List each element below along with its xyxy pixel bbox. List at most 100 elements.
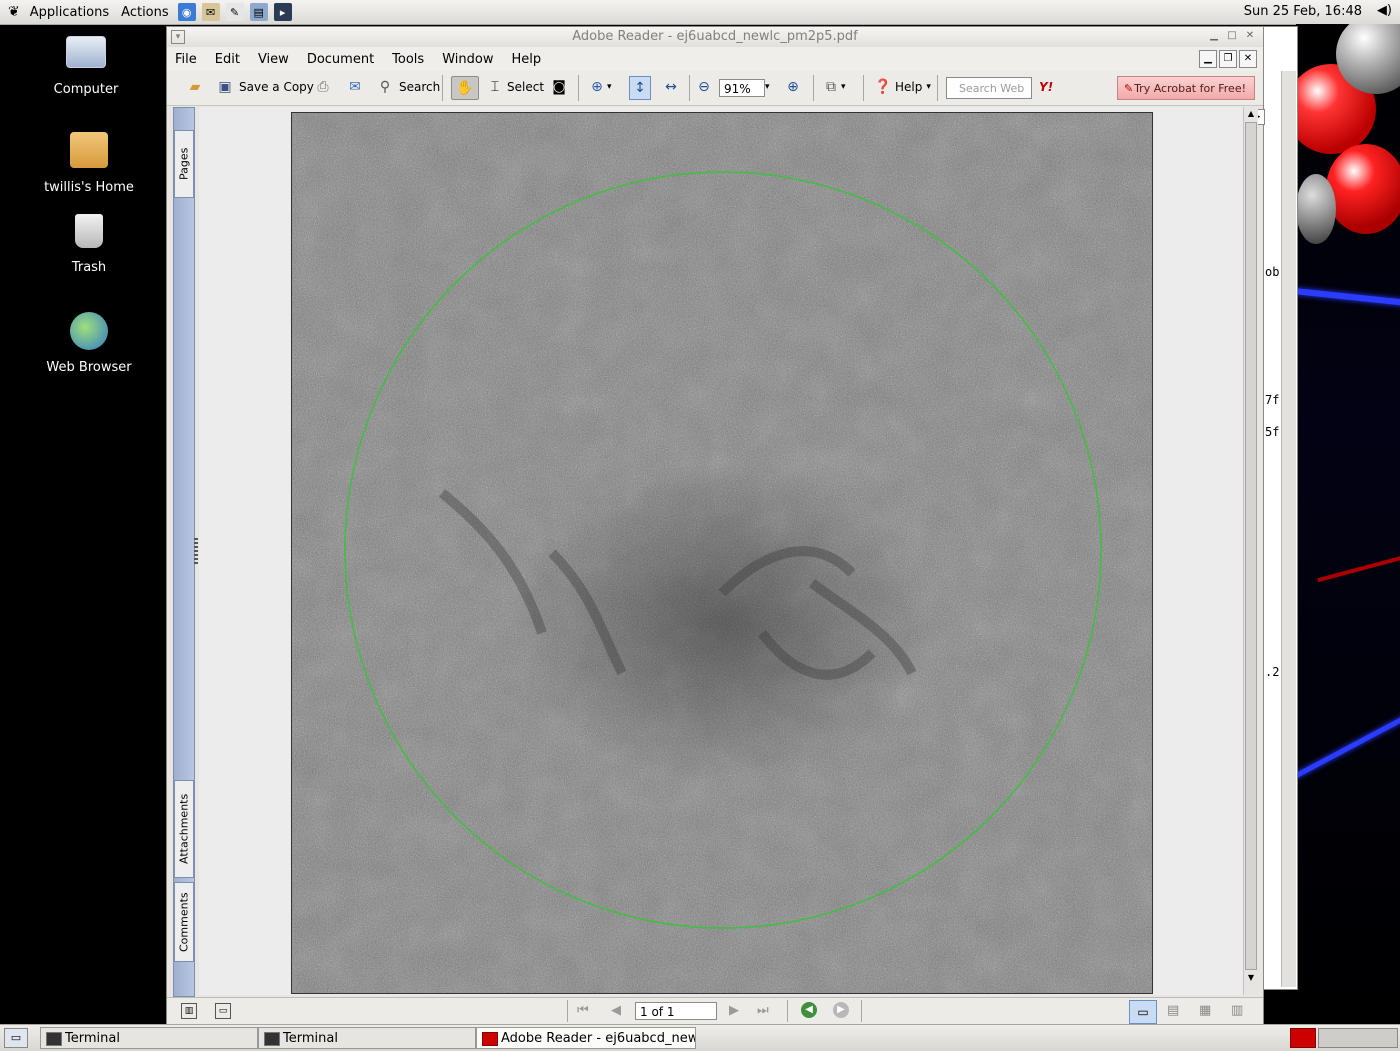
workspace-switcher[interactable] (1318, 1028, 1398, 1048)
zoom-in-button[interactable]: ⊕ (783, 76, 803, 98)
rotate-button[interactable]: ⧉ ▾ (821, 76, 846, 98)
background-window[interactable]: ob 7f 5f .2 (1262, 26, 1298, 990)
save-icon: ▣ (218, 79, 232, 95)
statusbar: ▥ ▭ ⏮ ◀ 1 of 1 ▶ ⏭ ◀ ▶ ▭ ▤ ▦ ▥ (167, 997, 1263, 1026)
background-text: ob (1265, 265, 1280, 279)
background-scrollbar[interactable] (1281, 71, 1296, 987)
clock[interactable]: Sun 25 Feb, 16:48 (1244, 4, 1362, 19)
fit-page-button[interactable]: ↕ (629, 76, 651, 100)
last-page-icon[interactable]: ⏭ (757, 1003, 769, 1018)
next-page-icon[interactable]: ▶ (729, 1003, 739, 1018)
snapshot-button[interactable]: ◙ (549, 76, 569, 98)
toolbar-separator (689, 75, 690, 101)
globe-icon (70, 312, 108, 350)
scroll-up-icon[interactable]: ▲ (1244, 107, 1258, 121)
promo-label: Try Acrobat for Free! (1134, 82, 1246, 95)
select-tool-button[interactable]: ⌶ Select (485, 76, 544, 98)
toolbar-separator (442, 75, 443, 101)
scroll-down-icon[interactable]: ▼ (1244, 971, 1258, 985)
page-thumbnail-icon[interactable]: ▥ (181, 1003, 197, 1019)
volume-icon[interactable]: ◀) (1377, 3, 1392, 18)
zoom-dropdown[interactable]: ▾ (765, 76, 770, 98)
maximize-icon[interactable]: □ (1225, 29, 1239, 43)
zoom-tool-button[interactable]: ⊕ ▾ (587, 76, 612, 98)
close-icon[interactable]: ✕ (1243, 29, 1257, 43)
document-restore-icon[interactable]: ❐ (1219, 50, 1237, 68)
go-forward-icon[interactable]: ▶ (833, 1002, 849, 1018)
notes-launcher-icon[interactable]: ✎ (225, 3, 244, 21)
email-launcher-icon[interactable]: ✉ (201, 3, 220, 21)
try-acrobat-button[interactable]: ✎ Try Acrobat for Free! (1117, 76, 1255, 100)
terminal-launcher-icon[interactable]: ▸ (273, 3, 292, 21)
desktop-icon-computer[interactable]: Computer (26, 32, 146, 97)
desktop-icon-web-browser[interactable]: Web Browser (29, 312, 149, 375)
single-page-layout-icon[interactable]: ▭ (1129, 1000, 1157, 1024)
molecule-bond-blue (1296, 288, 1400, 306)
show-desktop-icon[interactable]: ▭ (4, 1028, 28, 1048)
document-minimize-icon[interactable]: ▁ (1199, 50, 1217, 68)
workspace-switcher[interactable] (1290, 1028, 1316, 1048)
search-label: Search (399, 80, 441, 94)
continuous-facing-layout-icon[interactable]: ▥ (1231, 1003, 1243, 1018)
email-icon: ✉ (349, 79, 361, 95)
save-copy-button[interactable]: ▣ Save a Copy (215, 76, 314, 98)
email-button[interactable]: ✉ (345, 76, 365, 98)
molecule-atom-red (1326, 144, 1400, 234)
print-button[interactable]: ⎙ (313, 76, 333, 98)
document-close-icon[interactable]: ✕ (1239, 50, 1257, 68)
window-menu-icon[interactable]: ▾ (171, 30, 185, 44)
desktop-icon-home[interactable]: twillis's Home (29, 132, 149, 195)
trash-icon (75, 214, 103, 248)
menu-edit[interactable]: Edit (215, 52, 240, 67)
desktop-icon-label: Computer (53, 82, 119, 97)
search-button[interactable]: ⚲ Search (375, 76, 440, 98)
zoom-level-field[interactable]: 91% (719, 79, 765, 97)
menu-file[interactable]: File (175, 52, 197, 67)
tab-attachments[interactable]: Attachments (174, 780, 194, 878)
fit-page-icon: ↕ (634, 80, 646, 96)
applications-menu[interactable]: Applications (24, 5, 115, 20)
first-page-icon[interactable]: ⏮ (577, 1003, 589, 1018)
background-text: 5f (1265, 425, 1280, 439)
hand-tool-button[interactable]: ✋ (451, 76, 479, 100)
continuous-layout-icon[interactable]: ▤ (1167, 1003, 1179, 1018)
previous-page-icon[interactable]: ◀ (611, 1003, 621, 1018)
taskbar-button-adobe-reader[interactable]: Adobe Reader - ej6uabcd_newlc_pm2p5.pdf (476, 1027, 696, 1049)
page-number-field[interactable]: 1 of 1 (635, 1002, 717, 1020)
tab-pages[interactable]: Pages (174, 130, 194, 198)
minimize-icon[interactable]: ▁ (1207, 29, 1221, 43)
vertical-scrollbar[interactable]: ▲ ▼ (1243, 107, 1258, 995)
help-label: Help (895, 80, 923, 94)
document-view[interactable]: ▶ (199, 107, 1265, 995)
bottom-taskbar: ▭ Terminal Terminal Adobe Reader - ej6ua… (0, 1024, 1400, 1051)
fit-width-button[interactable]: ↔ (661, 76, 681, 98)
taskbar-button-terminal-1[interactable]: Terminal (40, 1027, 258, 1049)
facing-layout-icon[interactable]: ▦ (1199, 1003, 1211, 1018)
zoom-out-button[interactable]: ⊖ (694, 76, 714, 98)
foot-icon[interactable]: ❦ (0, 4, 24, 20)
background-text: 7f (1265, 393, 1280, 407)
page-setup-icon[interactable]: ▭ (215, 1003, 231, 1019)
menu-help[interactable]: Help (511, 52, 541, 67)
menu-window[interactable]: Window (442, 52, 493, 67)
rotate-page-icon: ⧉ (826, 79, 836, 95)
menu-document[interactable]: Document (307, 52, 374, 67)
chevron-down-icon: ▾ (926, 82, 931, 92)
menu-view[interactable]: View (258, 52, 289, 67)
window-titlebar[interactable]: ▾ Adobe Reader - ej6uabcd_newlc_pm2p5.pd… (167, 27, 1263, 47)
desktop-icon-trash[interactable]: Trash (29, 214, 149, 275)
go-back-icon[interactable]: ◀ (801, 1002, 817, 1018)
yahoo-search-button[interactable]: Y! (1039, 76, 1053, 98)
presentation-launcher-icon[interactable]: ▤ (249, 3, 268, 21)
search-web-input[interactable]: Search Web (946, 77, 1032, 99)
open-button[interactable]: ▰ (185, 76, 205, 98)
actions-menu[interactable]: Actions (115, 5, 175, 20)
scroll-thumb[interactable] (1245, 122, 1257, 970)
panel-resize-handle[interactable] (194, 538, 198, 566)
chevron-down-icon[interactable]: ▾ (607, 82, 612, 92)
tab-comments[interactable]: Comments (174, 882, 194, 962)
menu-tools[interactable]: Tools (392, 52, 424, 67)
taskbar-button-terminal-2[interactable]: Terminal (258, 1027, 476, 1049)
help-button[interactable]: ❓ Help ▾ (873, 76, 931, 98)
web-browser-launcher-icon[interactable]: ◉ (177, 3, 196, 21)
